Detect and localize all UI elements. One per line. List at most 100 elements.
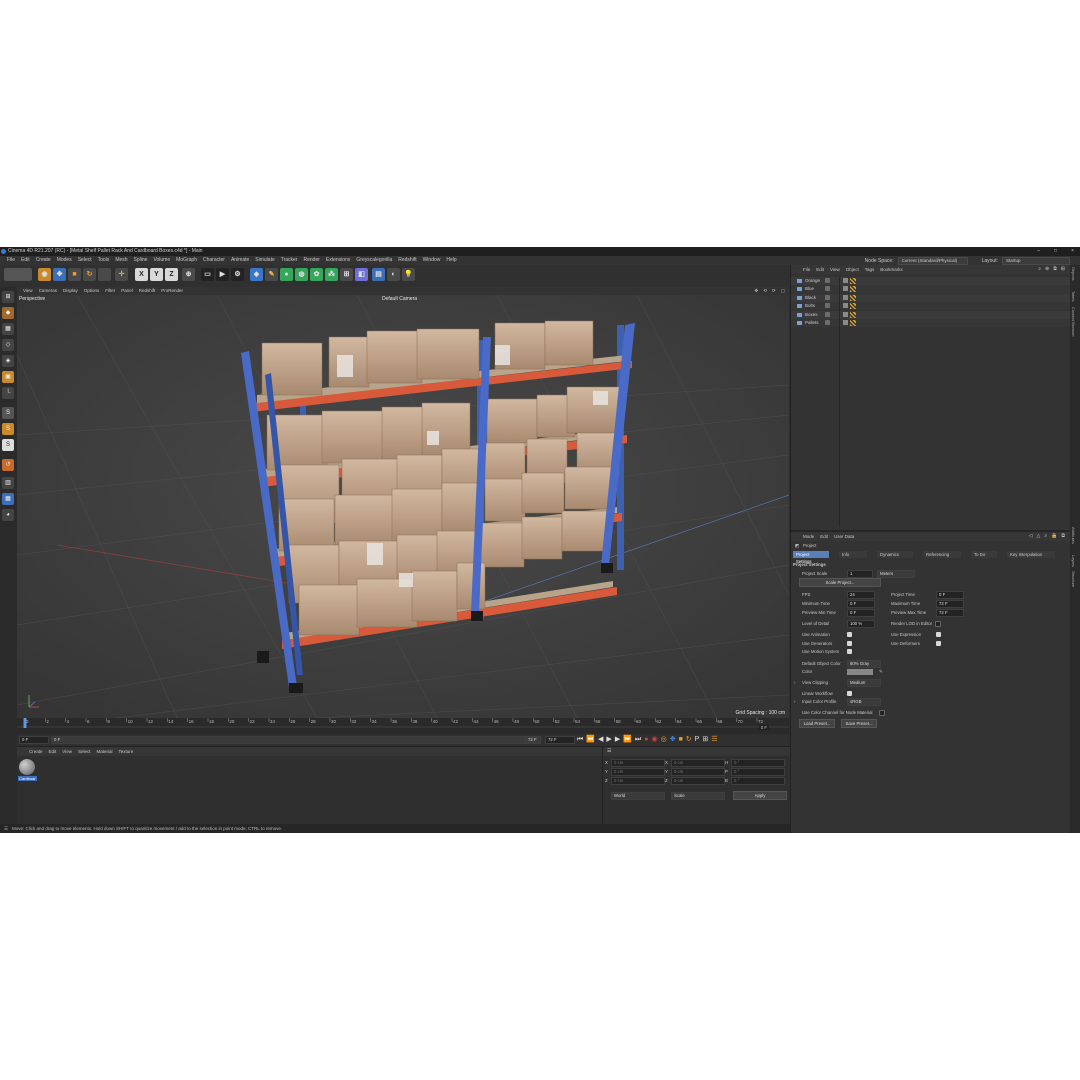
last-tool-icon[interactable]: [98, 268, 111, 281]
tab-referencing[interactable]: Referencing: [923, 551, 961, 558]
workplane-icon[interactable]: S: [2, 439, 14, 451]
viewport-menu-display[interactable]: Display: [63, 287, 78, 295]
next-frame-icon[interactable]: ▶: [615, 735, 620, 745]
input-profile-expand-icon[interactable]: ›: [794, 698, 795, 705]
snap-icon[interactable]: S: [2, 407, 14, 419]
object-name[interactable]: Bolts: [805, 302, 815, 310]
object-name[interactable]: Orange: [805, 277, 820, 285]
object-row[interactable]: Blue: [791, 285, 1071, 294]
object-menu-tags[interactable]: Tags: [865, 265, 875, 274]
rotation-key-icon[interactable]: ↻: [686, 735, 692, 745]
visibility-toggle-icon[interactable]: [825, 294, 830, 300]
viewport-menu-panel[interactable]: Panel: [121, 287, 133, 295]
visibility-toggle-icon[interactable]: [825, 278, 830, 283]
render-settings-icon[interactable]: ⚙: [231, 268, 244, 281]
points-mode-icon[interactable]: ◇: [2, 339, 14, 351]
param-key-icon[interactable]: P: [695, 735, 700, 745]
texture-tag-icon[interactable]: [850, 311, 856, 318]
default-color-dropdown[interactable]: 80% Gray: [847, 660, 881, 668]
material-name[interactable]: Cardboar: [18, 776, 37, 781]
min-time-field[interactable]: 0 F: [847, 600, 875, 608]
attr-menu-user-data[interactable]: User Data: [834, 532, 854, 541]
material-tag-icon[interactable]: [843, 294, 848, 300]
menu-item-greyscalegorilla[interactable]: Greyscalegorilla: [353, 256, 395, 265]
bulb-icon[interactable]: 💡: [402, 268, 415, 281]
project-scale-unit-dropdown[interactable]: Meters: [877, 570, 915, 578]
search-icon[interactable]: ⌕: [1038, 266, 1041, 272]
viewport-menu-filter[interactable]: Filter: [105, 287, 115, 295]
record-icon[interactable]: ●: [644, 735, 648, 745]
sculpt-icon[interactable]: ◕: [2, 509, 14, 521]
menu-item-volume[interactable]: Volume: [150, 256, 173, 265]
apply-button[interactable]: Apply: [733, 791, 787, 800]
texture-mode-icon[interactable]: ▦: [2, 323, 14, 335]
side-tab-attributes[interactable]: Attributes: [1071, 527, 1076, 544]
tab-to-do[interactable]: To Do: [971, 551, 997, 558]
viewport-menu-view[interactable]: View: [23, 287, 33, 295]
timeline-ruler[interactable]: 0 2 4 6 8 10 12 14 16 18 20 22 24 26 28 30 32 34 36 38 40 42 4…: [17, 718, 789, 734]
object-menu-object[interactable]: Object: [846, 265, 859, 274]
pen-spline-icon[interactable]: ✎: [265, 268, 278, 281]
keyframe-selection-icon[interactable]: ◎: [661, 735, 667, 745]
fps-field[interactable]: 24: [847, 591, 875, 599]
object-name[interactable]: Boxes: [805, 311, 818, 319]
use-motion-checkbox[interactable]: [847, 649, 852, 654]
project-time-field[interactable]: 0 F: [936, 591, 964, 599]
render-view-icon[interactable]: ▭: [201, 268, 214, 281]
go-to-end-icon[interactable]: ⏭: [635, 735, 641, 745]
menu-item-edit[interactable]: Edit: [18, 256, 33, 265]
preview-range-slider[interactable]: 0 F: [51, 736, 535, 744]
playhead-marker[interactable]: [23, 718, 27, 728]
scale-tool-icon[interactable]: ■: [68, 268, 81, 281]
material-tag-icon[interactable]: [843, 303, 848, 309]
node-space-dropdown[interactable]: Current (Standard/Physical): [897, 257, 968, 265]
light-icon[interactable]: ◐: [387, 268, 400, 281]
scene-icon[interactable]: ⊞: [340, 268, 353, 281]
rotate-tool-icon[interactable]: ↻: [83, 268, 96, 281]
lock-workplane-icon[interactable]: ↺: [2, 459, 14, 471]
3d-viewport[interactable]: Perspective Default Camera Grid Spacing …: [17, 295, 789, 718]
world-coordinates-icon[interactable]: ⊕: [182, 268, 195, 281]
current-frame-field[interactable]: 0 F: [758, 725, 769, 730]
rotate-view-icon[interactable]: ⟳: [772, 287, 776, 295]
attr-menu-edit[interactable]: Edit: [820, 532, 828, 541]
floor-icon[interactable]: ▤: [372, 268, 385, 281]
cloner-icon[interactable]: ◍: [295, 268, 308, 281]
menu-item-window[interactable]: Window: [420, 256, 444, 265]
menu-item-animate[interactable]: Animate: [228, 256, 252, 265]
up-arrow-icon[interactable]: △: [1037, 533, 1041, 539]
timeline-menu-icon[interactable]: ☰: [711, 735, 717, 745]
coord-size-field[interactable]: 0 cm: [671, 777, 725, 785]
move-tool-icon[interactable]: ✥: [53, 268, 66, 281]
viewport-menu-prorender[interactable]: ProRender: [161, 287, 183, 295]
move-view-icon[interactable]: ✥: [754, 287, 758, 295]
render-picture-viewer-icon[interactable]: ▶: [216, 268, 229, 281]
material-preview-icon[interactable]: [19, 759, 35, 775]
menu-item-help[interactable]: Help: [443, 256, 459, 265]
x-axis-lock-button[interactable]: X: [135, 268, 148, 281]
attr-lock-icon[interactable]: 🔒: [1051, 533, 1057, 539]
end-frame-field[interactable]: 72 F: [545, 736, 575, 744]
new-window-icon[interactable]: ⧉: [1053, 266, 1057, 272]
use-animation-checkbox[interactable]: [847, 632, 852, 637]
menu-item-mograph[interactable]: MoGraph: [173, 256, 200, 265]
object-row[interactable]: Bolts: [791, 302, 1071, 311]
z-axis-lock-button[interactable]: Z: [165, 268, 178, 281]
start-frame-field[interactable]: 0 F: [19, 736, 49, 744]
render-lod-checkbox[interactable]: [935, 621, 941, 627]
menu-item-extensions[interactable]: Extensions: [323, 256, 353, 265]
camera-label[interactable]: Default Camera: [382, 296, 417, 302]
field-icon[interactable]: ⁂: [325, 268, 338, 281]
side-tab-layers[interactable]: Layers: [1071, 555, 1076, 567]
color-picker-icon[interactable]: ✎: [879, 668, 883, 675]
tab-dynamics[interactable]: Dynamics: [877, 551, 913, 558]
prev-key-icon[interactable]: ⏪: [586, 735, 595, 745]
side-tab-takes[interactable]: Takes: [1071, 291, 1076, 301]
menu-item-tools[interactable]: Tools: [95, 256, 113, 265]
save-preset-button[interactable]: Save Preset...: [841, 719, 877, 728]
attr-new-window-icon[interactable]: ⧉: [1061, 533, 1065, 539]
texture-tag-icon[interactable]: [850, 303, 856, 310]
toggle-view-icon[interactable]: ▢: [781, 287, 785, 295]
visibility-toggle-icon[interactable]: [825, 311, 830, 317]
material-tag-icon[interactable]: [843, 320, 848, 325]
